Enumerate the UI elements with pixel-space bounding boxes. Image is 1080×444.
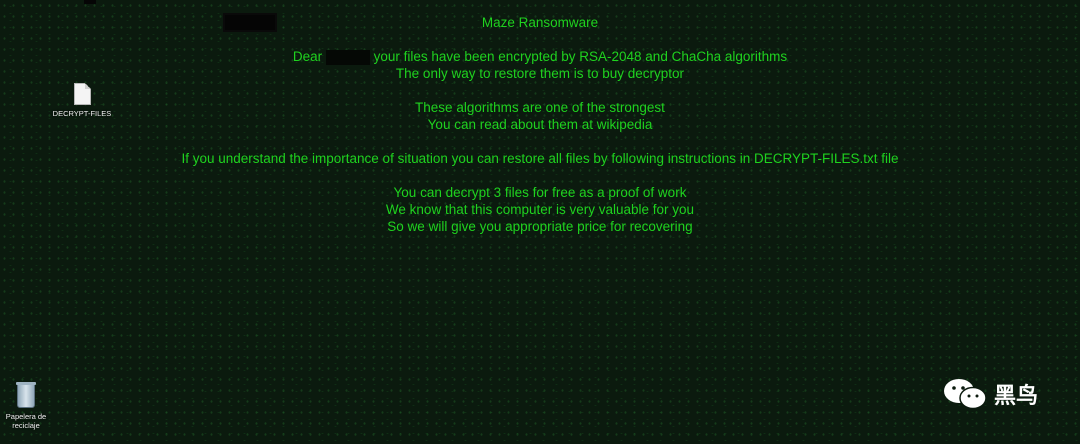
note-title: Maze Ransomware xyxy=(481,15,599,30)
dear-label: Dear xyxy=(292,49,323,64)
note-line-instructions: If you understand the importance of situ… xyxy=(181,151,899,166)
note-line-strongest: These algorithms are one of the stronges… xyxy=(415,100,665,115)
watermark-text: 黑鸟 xyxy=(994,384,1039,409)
note-line-wikipedia: You can read about them at wikipedia xyxy=(427,117,653,132)
recycle-bin-label: Papelera de reciclaje xyxy=(5,412,47,430)
desktop-recycle-bin[interactable]: Papelera de reciclaje xyxy=(0,382,58,430)
note-line-valuable: We know that this computer is very valua… xyxy=(385,202,695,217)
note-line-dear: Dear your files have been encrypted by R… xyxy=(0,48,1080,65)
encrypted-line: your files have been encrypted by RSA-20… xyxy=(373,49,788,64)
wechat-icon xyxy=(944,379,987,410)
desktop-file-decrypt-files[interactable]: DECRYPT-FILES xyxy=(50,83,114,118)
redacted-name xyxy=(325,49,370,65)
text-file-icon xyxy=(73,83,91,105)
note-line-price: So we will give you appropriate price fo… xyxy=(387,219,693,234)
recycle-bin-icon xyxy=(16,382,36,408)
note-line-free: You can decrypt 3 files for free as a pr… xyxy=(393,185,687,200)
note-line-only-way: The only way to restore them is to buy d… xyxy=(395,66,685,81)
watermark: 黑鸟 xyxy=(942,376,1038,412)
desktop-file-label: DECRYPT-FILES xyxy=(52,109,112,118)
redaction-box-small xyxy=(84,0,96,4)
